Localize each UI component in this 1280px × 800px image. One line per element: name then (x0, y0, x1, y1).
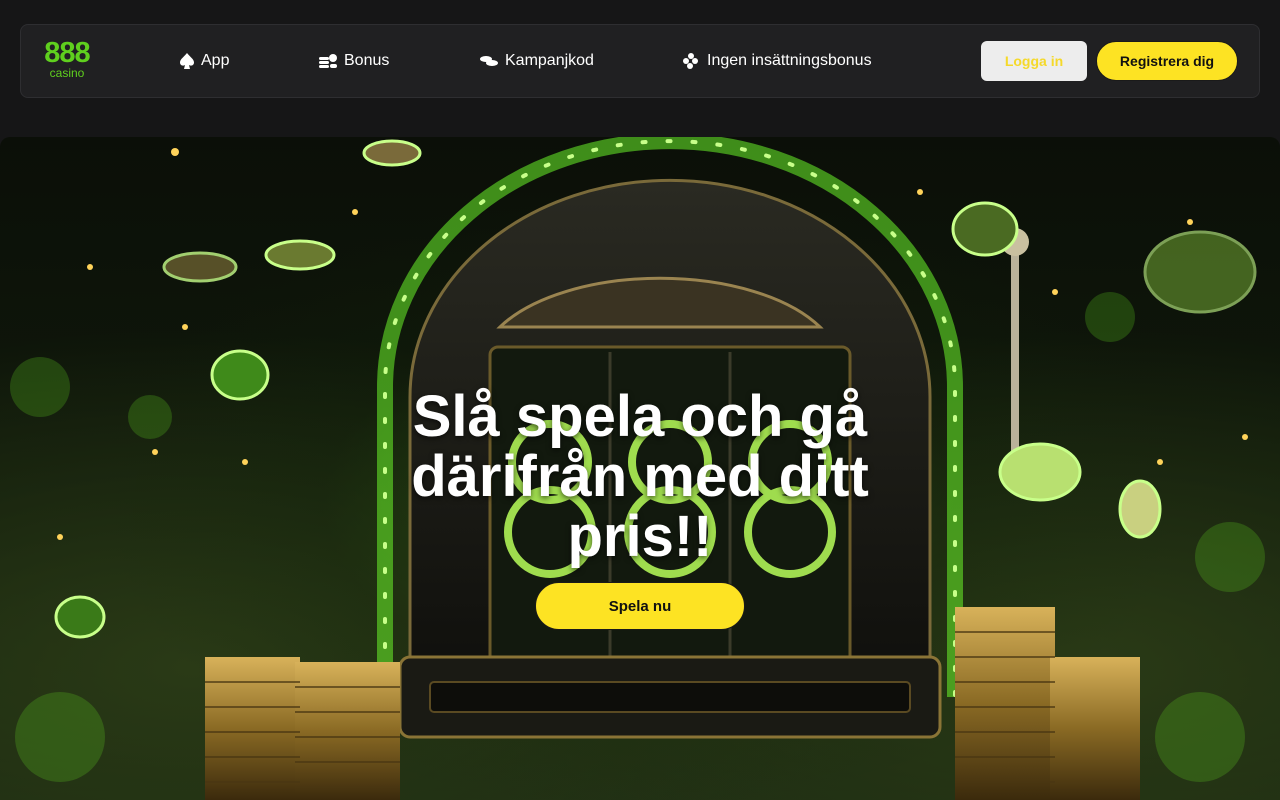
register-button[interactable]: Registrera dig (1096, 41, 1238, 81)
chips-icon (479, 54, 499, 68)
login-button[interactable]: Logga in (981, 41, 1087, 81)
coins-cluster-icon (681, 52, 701, 70)
nav-item-app[interactable]: App (179, 49, 229, 73)
coin-stack-icon (318, 52, 338, 70)
nav-item-label: App (201, 52, 230, 69)
nav-item-kampanjkod[interactable]: Kampanjkod (479, 49, 594, 73)
spade-icon (179, 52, 195, 70)
logo-number: 888 (44, 37, 90, 69)
nav-item-label: Bonus (344, 52, 390, 69)
nav-item-label: Ingen insättningsbonus (707, 52, 872, 69)
top-navigation-bar: 888 casino App Bonus Kampanjkod Ingen in… (20, 24, 1260, 98)
nav-item-bonus[interactable]: Bonus (318, 49, 389, 73)
hero-banner: Slå spela och gå därifrån med ditt pris!… (0, 137, 1280, 800)
hero-title: Slå spela och gå därifrån med ditt pris!… (411, 384, 869, 569)
nav-item-label: Kampanjkod (505, 52, 594, 69)
nav-item-ingen-insattningsbonus[interactable]: Ingen insättningsbonus (681, 49, 872, 73)
888-casino-logo[interactable]: 888 casino (41, 39, 93, 83)
play-now-button[interactable]: Spela nu (535, 582, 745, 630)
